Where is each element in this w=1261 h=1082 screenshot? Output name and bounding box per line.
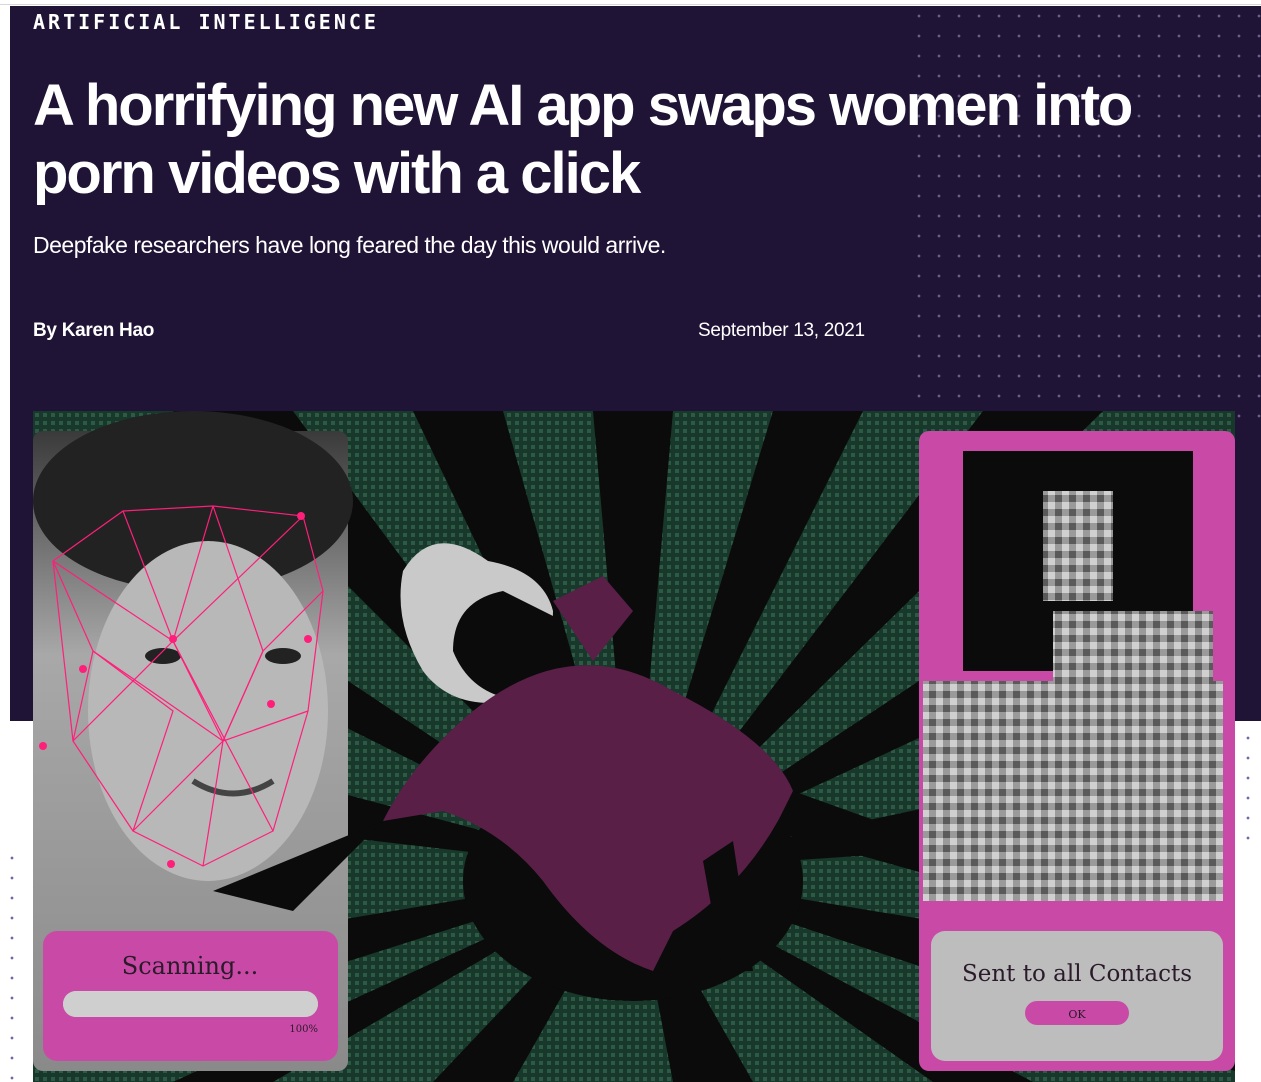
dot-pattern-decoration-right xyxy=(1236,720,1261,840)
publish-date: September 13, 2021 xyxy=(698,320,865,341)
hero-illustration: Scanning... 100% Sent to all Contacts OK xyxy=(33,411,1235,1082)
pixelated-video-panel: Sent to all Contacts OK xyxy=(919,431,1235,1071)
scan-progress-label: 100% xyxy=(289,1024,318,1035)
ok-button-label: OK xyxy=(1068,1008,1086,1021)
dot-pattern-decoration xyxy=(905,0,1261,420)
article-headline: A horrifying new AI app swaps women into… xyxy=(33,73,1133,206)
face-scan-panel: Scanning... 100% xyxy=(33,411,353,1071)
article-dek: Deepfake researchers have long feared th… xyxy=(33,232,666,258)
scan-progress-fill xyxy=(63,991,318,1017)
author-link[interactable]: Karen Hao xyxy=(62,320,155,341)
byline-prefix: By xyxy=(33,320,57,341)
dot-pattern-decoration-left xyxy=(0,840,30,1082)
byline: By Karen Hao xyxy=(33,320,154,342)
sent-label: Sent to all Contacts xyxy=(962,961,1192,987)
scan-label: Scanning... xyxy=(122,952,259,980)
category-link[interactable]: ARTIFICIAL INTELLIGENCE xyxy=(33,10,379,34)
sent-card xyxy=(931,931,1223,1061)
